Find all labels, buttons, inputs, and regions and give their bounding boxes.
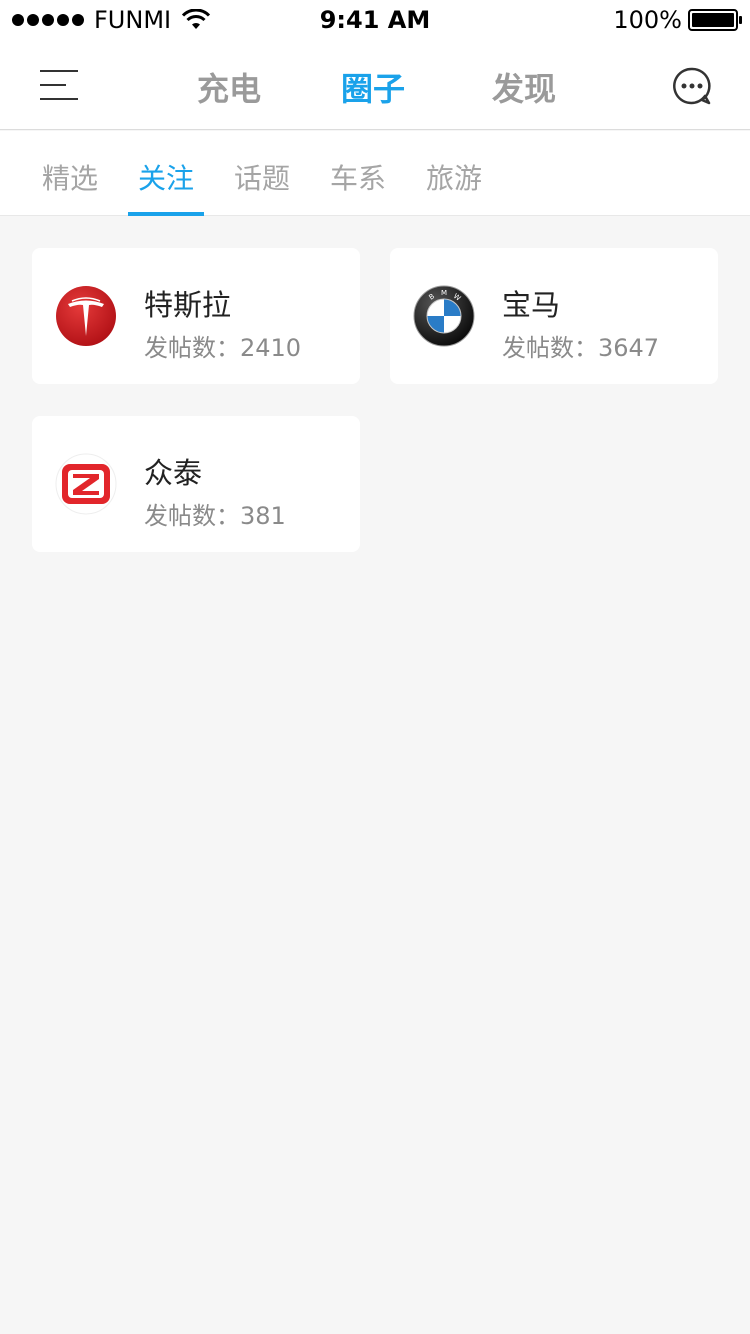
- tab-discover[interactable]: 发现: [492, 64, 556, 110]
- circle-card-bmw[interactable]: B M W 宝马 发帖数：3647: [390, 248, 718, 384]
- post-count: 发帖数：381: [144, 496, 286, 531]
- battery-icon: [688, 9, 742, 31]
- active-tab-indicator: [128, 212, 204, 216]
- subtab-travel[interactable]: 旅游: [426, 157, 482, 197]
- subtab-topics[interactable]: 话题: [234, 157, 290, 197]
- bmw-logo-icon: B M W: [413, 285, 475, 347]
- battery-info: 100%: [613, 6, 742, 34]
- post-count: 发帖数：3647: [502, 328, 659, 363]
- post-count: 发帖数：2410: [144, 328, 301, 363]
- circle-name: 特斯拉: [144, 288, 232, 322]
- post-count-label: 发帖数：: [144, 502, 240, 530]
- tab-charging[interactable]: 充电: [197, 64, 261, 110]
- nav-bar: 充电 圈子 发现: [0, 40, 750, 130]
- battery-percent: 100%: [613, 6, 682, 34]
- post-count-value: 3647: [598, 334, 660, 362]
- circle-name: 众泰: [144, 456, 203, 490]
- svg-text:M: M: [441, 289, 447, 297]
- post-count-label: 发帖数：: [144, 334, 240, 362]
- post-count-label: 发帖数：: [502, 334, 598, 362]
- circle-card-zotye[interactable]: 众泰 发帖数：381: [32, 416, 360, 552]
- zotye-logo-icon: [55, 453, 117, 515]
- subtab-featured[interactable]: 精选: [42, 157, 98, 197]
- message-icon[interactable]: [672, 66, 712, 106]
- circle-card-tesla[interactable]: 特斯拉 发帖数：2410: [32, 248, 360, 384]
- tab-circles[interactable]: 圈子: [341, 64, 405, 110]
- post-count-value: 2410: [240, 334, 302, 362]
- subtab-following[interactable]: 关注: [138, 157, 194, 197]
- post-count-value: 381: [240, 502, 286, 530]
- status-bar: FUNMI 9:41 AM 100%: [0, 0, 750, 40]
- subtab-car-series[interactable]: 车系: [330, 157, 386, 197]
- menu-icon[interactable]: [40, 68, 78, 102]
- tesla-logo-icon: [56, 286, 116, 346]
- sub-tabs: 精选 关注 话题 车系 旅游: [0, 131, 750, 216]
- circle-name: 宝马: [502, 288, 561, 322]
